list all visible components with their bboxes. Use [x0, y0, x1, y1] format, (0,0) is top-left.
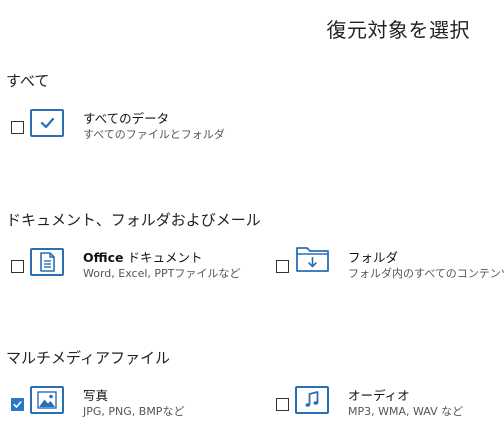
all-data-checkbox[interactable] [11, 121, 24, 134]
office-documents-label: Office ドキュメント [83, 247, 202, 266]
photos-checkbox[interactable] [11, 398, 24, 411]
folders-description: フォルダ内のすべてのコンテンツ [348, 267, 504, 280]
page-title: 復元対象を選択 [326, 18, 470, 42]
section-title-documents: ドキュメント、フォルダおよびメール [6, 211, 261, 229]
music-note-icon [295, 386, 329, 414]
office-documents-description: Word, Excel, PPTファイルなど [83, 267, 241, 280]
office-documents-checkbox[interactable] [11, 260, 24, 273]
photos-label: 写真 [83, 388, 109, 403]
option-all-data[interactable]: すべてのデータ すべてのファイルとフォルダ [11, 109, 231, 155]
audio-checkbox[interactable] [276, 398, 289, 411]
check-box-icon [30, 109, 64, 137]
section-title-multimedia: マルチメディアファイル [6, 349, 170, 367]
all-data-description: すべてのファイルとフォルダ [83, 128, 225, 141]
audio-description: MP3, WMA, WAV など [348, 405, 464, 418]
document-icon [30, 248, 64, 276]
option-office-documents[interactable]: Office ドキュメント Word, Excel, PPTファイルなど [11, 248, 251, 294]
option-folders[interactable]: フォルダ フォルダ内のすべてのコンテンツ [276, 247, 504, 294]
option-photos[interactable]: 写真 JPG, PNG, BMPなど [11, 386, 231, 432]
folders-label: フォルダ [348, 250, 399, 265]
office-brand-text: Office [83, 250, 124, 265]
folders-checkbox[interactable] [276, 260, 289, 273]
audio-label: オーディオ [348, 388, 410, 403]
image-icon [30, 386, 64, 414]
option-audio[interactable]: オーディオ MP3, WMA, WAV など [276, 386, 496, 432]
section-title-all: すべて [6, 72, 50, 90]
photos-description: JPG, PNG, BMPなど [83, 405, 185, 418]
all-data-label: すべてのデータ [83, 111, 170, 126]
folder-download-icon [295, 247, 329, 276]
documents-text: ドキュメント [127, 250, 203, 265]
